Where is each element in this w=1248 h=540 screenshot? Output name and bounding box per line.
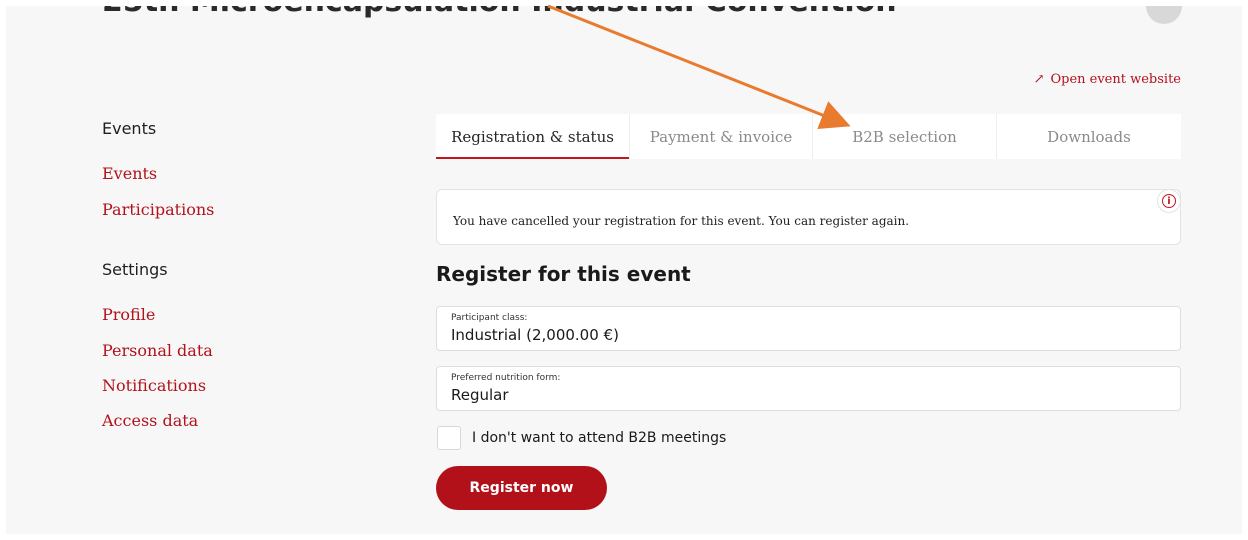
- annotation-arrow-icon: [547, 4, 851, 130]
